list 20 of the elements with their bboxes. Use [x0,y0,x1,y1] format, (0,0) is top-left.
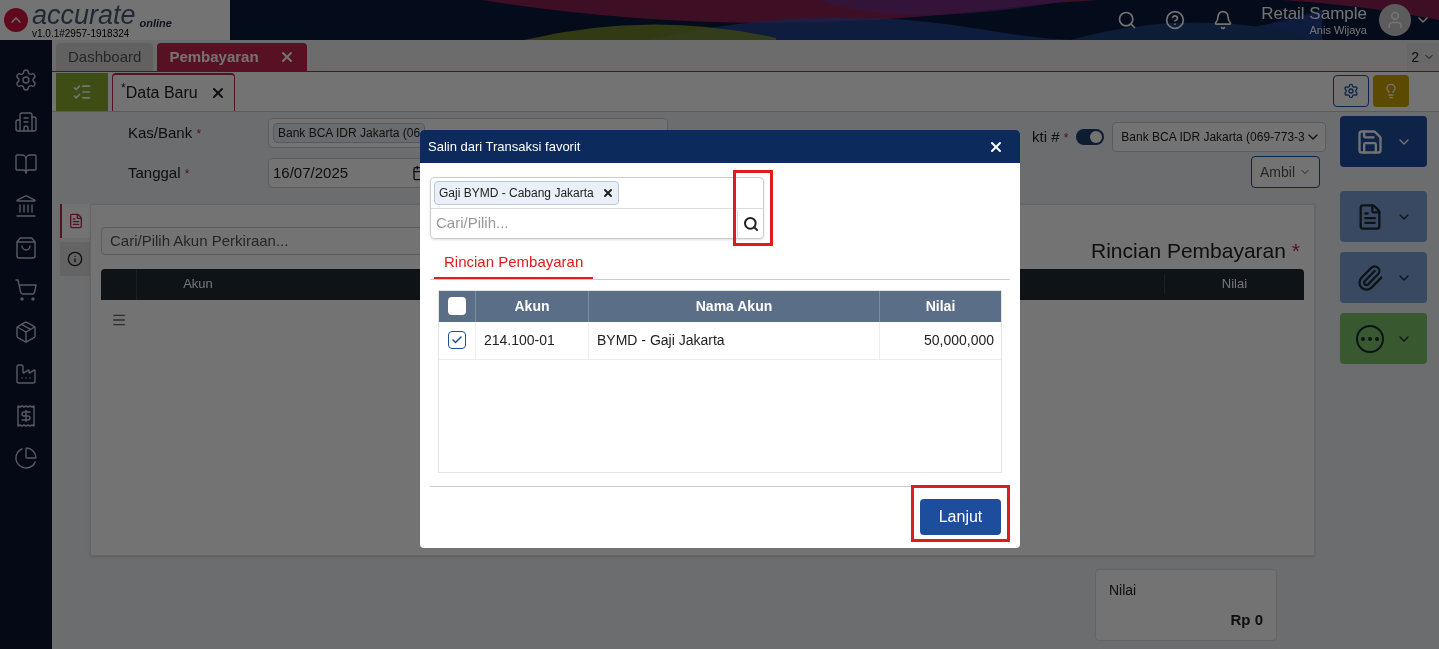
table-cell: 214.100-01 [476,321,589,359]
section-title: Rincian Pembayaran * [1091,238,1300,264]
table-cell-text: 50,000,000 [922,330,995,350]
user-name: Anis Wijaya [1309,23,1367,38]
table-cell: BYMD - Gaji Jakarta [589,321,880,359]
field-label: Tanggal * [128,162,191,183]
modal-title: Salin dari Transaksi favorit [428,137,581,156]
company-name: Retail Sample [1261,2,1367,24]
logo-text: accurate [32,1,136,29]
column-header: Akun [182,275,214,294]
column-header: Nilai [1164,274,1304,294]
column-header: Nama Akun [589,290,880,322]
column-header: Akun [476,290,589,322]
field-label: Kas/Bank * [128,122,203,143]
summary-value: Rp 0 [1230,610,1263,630]
field-label: kti # * [1032,126,1069,147]
logo-sub-text: online [139,17,172,29]
version-text: v1.0.1#2957-1918324 [32,28,131,39]
summary-label: Nilai [1109,581,1138,600]
column-header: Nilai [924,296,957,316]
